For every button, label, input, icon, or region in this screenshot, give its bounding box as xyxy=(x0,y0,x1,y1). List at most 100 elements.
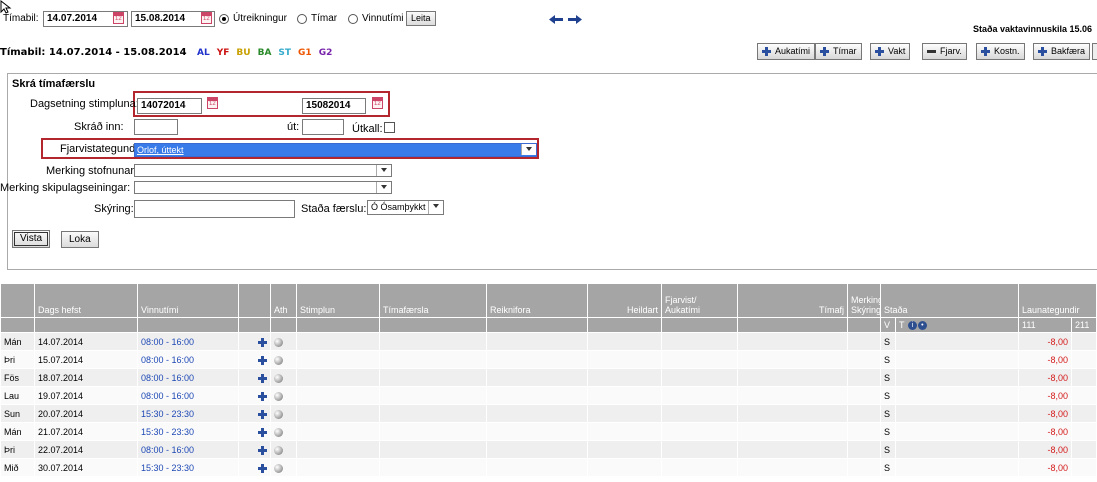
save-button[interactable]: Vista xyxy=(12,230,51,248)
search-button[interactable]: Leita xyxy=(406,11,436,26)
col-timafj[interactable]: Tímafj xyxy=(737,283,848,318)
note-icon[interactable] xyxy=(274,445,283,455)
radio-timar[interactable] xyxy=(297,14,307,24)
calendar-icon[interactable] xyxy=(201,12,212,24)
col-dags[interactable]: Dags hefst xyxy=(34,283,138,318)
period-code-al: AL xyxy=(197,48,210,58)
note-icon[interactable] xyxy=(274,391,283,401)
add-icon[interactable] xyxy=(258,463,267,473)
col-211: 211 xyxy=(1071,317,1097,333)
row-value-111: -8,00 xyxy=(1018,422,1072,441)
add-timar-button[interactable]: Tímar xyxy=(815,43,862,60)
calendar-icon[interactable] xyxy=(207,97,218,109)
col-stada[interactable]: Staða xyxy=(880,283,1019,318)
row-value-111: -8,00 xyxy=(1018,350,1072,369)
col-v: V xyxy=(880,317,896,333)
status-select[interactable]: Ó Ósamþykkt xyxy=(367,200,444,215)
table-row[interactable]: Mán 14.07.2014 08:00 - 16:00 S -8,00 xyxy=(0,332,1097,351)
unit-select[interactable] xyxy=(134,181,392,194)
row-time-link[interactable]: 08:00 - 16:00 xyxy=(137,440,239,459)
chevron-down-icon xyxy=(428,201,443,214)
add-icon[interactable] xyxy=(258,445,267,455)
in-label: Skráð inn: xyxy=(74,121,124,133)
radio-vinnutimi-label: Vinnutími xyxy=(362,13,404,24)
out-input[interactable] xyxy=(302,119,344,135)
radio-vinnutimi[interactable] xyxy=(348,14,358,24)
row-time-link[interactable]: 15:30 - 23:30 xyxy=(137,404,239,423)
fjarv-button[interactable]: Fjarv. xyxy=(922,43,967,60)
col-vinnutimi[interactable]: Vinnutími xyxy=(137,283,239,318)
period-code-g2: G2 xyxy=(318,48,333,58)
add-icon[interactable] xyxy=(258,409,267,419)
radio-utreikningur[interactable] xyxy=(219,14,229,24)
add-icon[interactable] xyxy=(258,373,267,383)
date-from-input[interactable]: 14072014 xyxy=(137,98,202,114)
plus-icon xyxy=(875,47,884,56)
absence-select[interactable]: Orlof, úttekt xyxy=(134,143,537,157)
calendar-icon[interactable] xyxy=(113,12,124,24)
period-title-row: Tímabil: 14.07.2014 - 15.08.2014 AL YF BU B… xyxy=(0,47,332,58)
period-label: Tímabil: xyxy=(3,13,39,24)
add-aukatimi-button[interactable]: Aukatími xyxy=(757,43,816,60)
add-icon[interactable] xyxy=(258,427,267,437)
note-icon[interactable] xyxy=(274,427,283,437)
close-button[interactable]: Loka xyxy=(61,231,99,248)
table-row[interactable]: Lau 19.07.2014 08:00 - 16:00 S -8,00 xyxy=(0,386,1097,405)
note-icon[interactable] xyxy=(274,337,283,347)
row-time-link[interactable]: 15:30 - 23:30 xyxy=(137,458,239,477)
unit-label: Merking skipulagseiningar: xyxy=(0,182,131,194)
col-merking[interactable]: Merking/Skýring xyxy=(847,283,881,318)
row-day: Mán xyxy=(0,422,35,441)
table-row[interactable]: Þri 15.07.2014 08:00 - 16:00 S -8,00 xyxy=(0,350,1097,369)
row-stada: S xyxy=(880,422,896,441)
row-day: Mið xyxy=(0,458,35,477)
add-vakt-button[interactable]: Vakt xyxy=(870,43,911,60)
row-stada: S xyxy=(880,458,896,477)
add-icon[interactable] xyxy=(258,337,267,347)
utkall-checkbox[interactable] xyxy=(384,122,395,133)
row-day: Sun xyxy=(0,404,35,423)
out-label: út: xyxy=(287,121,300,133)
table-row[interactable]: Þri 22.07.2014 08:00 - 16:00 S -8,00 xyxy=(0,440,1097,459)
row-time-link[interactable]: 08:00 - 16:00 xyxy=(137,332,239,351)
settings-icon[interactable]: • xyxy=(917,321,927,331)
row-time-link[interactable]: 15:30 - 23:30 xyxy=(137,422,239,441)
row-time-link[interactable]: 08:00 - 16:00 xyxy=(137,350,239,369)
toolbar-overflow-button[interactable] xyxy=(1092,43,1097,60)
table-subheader-row: V T i • 111 211 xyxy=(0,317,1097,333)
note-icon[interactable] xyxy=(274,463,283,473)
calendar-icon[interactable] xyxy=(372,97,383,109)
col-ath[interactable]: Ath xyxy=(270,283,297,318)
status-select-value: Ó Ósamþykkt xyxy=(371,202,426,212)
add-icon[interactable] xyxy=(258,391,267,401)
info-icon[interactable]: i xyxy=(907,321,917,331)
row-time-link[interactable]: 08:00 - 16:00 xyxy=(137,368,239,387)
row-date: 30.07.2014 xyxy=(34,458,138,477)
note-input[interactable] xyxy=(134,200,295,218)
col-fjarvist[interactable]: Fjarvist/Aukatími xyxy=(661,283,738,318)
in-input[interactable] xyxy=(134,119,178,135)
table-row[interactable]: Mið 30.07.2014 15:30 - 23:30 S -8,00 xyxy=(0,458,1097,477)
add-icon[interactable] xyxy=(258,355,267,365)
table-row[interactable]: Fös 18.07.2014 08:00 - 16:00 S -8,00 xyxy=(0,368,1097,387)
col-launategundir[interactable]: Launategundir xyxy=(1018,283,1097,318)
table-row[interactable]: Sun 20.07.2014 15:30 - 23:30 S -8,00 xyxy=(0,404,1097,423)
row-time-link[interactable]: 08:00 - 16:00 xyxy=(137,386,239,405)
col-timafaersla[interactable]: Tímafærsla xyxy=(379,283,487,318)
prev-next-arrows-icon[interactable] xyxy=(549,15,582,24)
note-icon[interactable] xyxy=(274,409,283,419)
bakfaera-button[interactable]: Bakfæra xyxy=(1033,43,1091,60)
note-icon[interactable] xyxy=(274,373,283,383)
add-kostn-button[interactable]: Kostn. xyxy=(976,43,1025,60)
note-icon[interactable] xyxy=(274,355,283,365)
date-to-input[interactable]: 15082014 xyxy=(302,98,366,114)
radio-utreikningur-label: Útreikningur xyxy=(233,13,287,24)
col-stimplun[interactable]: Stimplun xyxy=(296,283,380,318)
org-select[interactable] xyxy=(134,164,392,177)
table-row[interactable]: Mán 21.07.2014 15:30 - 23:30 S -8,00 xyxy=(0,422,1097,441)
col-heildart[interactable]: Heildart xyxy=(587,283,662,318)
period-codes: AL YF BU BA ST G1 G2 xyxy=(190,47,332,58)
col-reiknifora[interactable]: Reiknifora xyxy=(486,283,588,318)
status-text: Staða vaktavinnuskila 15.06 xyxy=(973,24,1093,34)
row-day: Fös xyxy=(0,368,35,387)
